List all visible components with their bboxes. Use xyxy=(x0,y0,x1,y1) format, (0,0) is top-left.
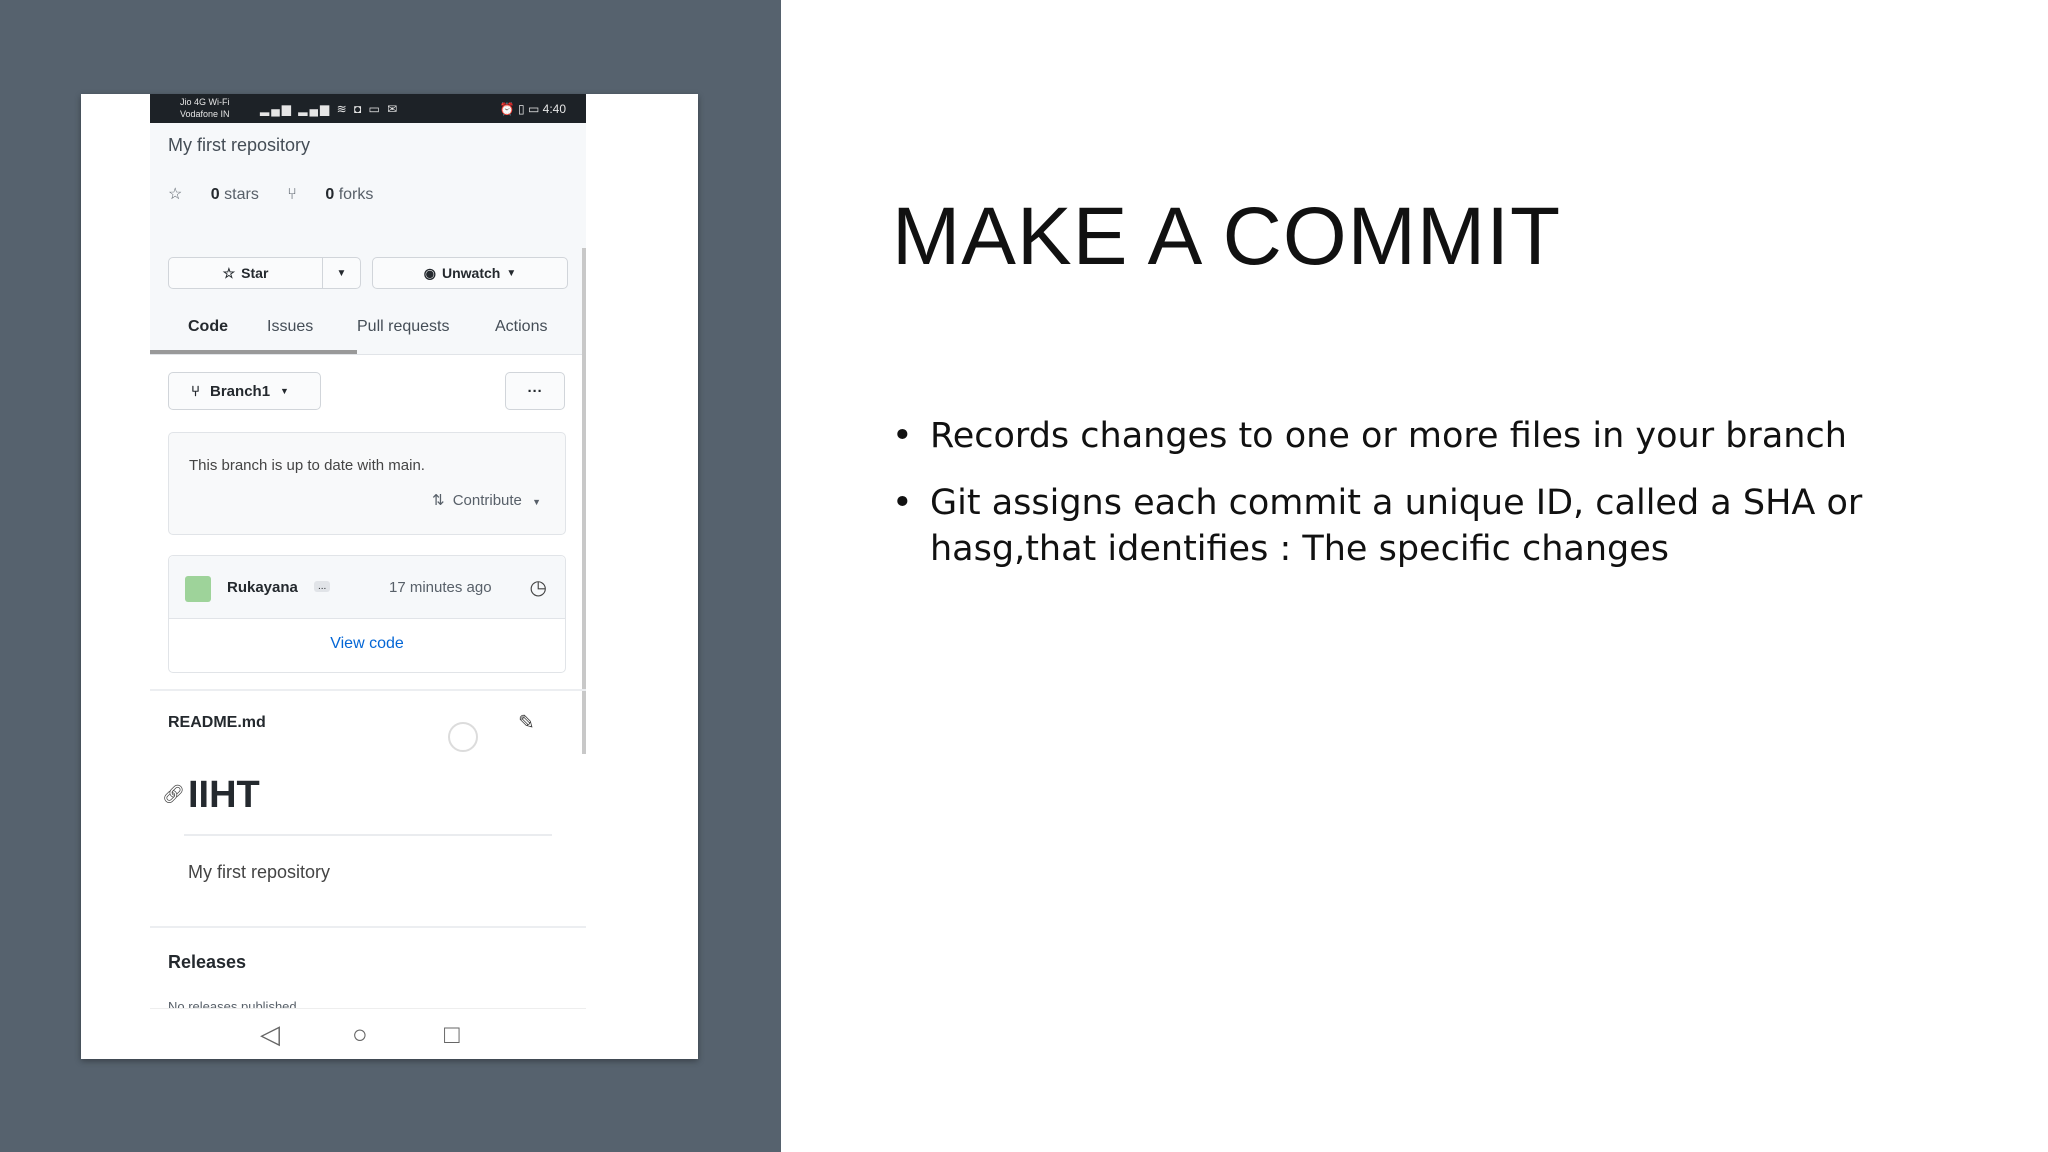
active-tab-indicator xyxy=(150,350,357,354)
tab-issues[interactable]: Issues xyxy=(267,318,313,336)
section-divider xyxy=(150,689,586,691)
commit-header: Rukayana ... 17 minutes ago ◷ xyxy=(169,556,565,619)
branch-status-card: This branch is up to date with main. ⇅ C… xyxy=(168,432,566,535)
screenshot-frame: Jio 4G Wi-Fi Vodafone IN ▂▄▆ ▂▄▆ ≋ ◘ ▭ ✉… xyxy=(81,94,698,1059)
star-outline-icon: ☆ xyxy=(168,186,183,203)
status-bar: Jio 4G Wi-Fi Vodafone IN ▂▄▆ ▂▄▆ ≋ ◘ ▭ ✉… xyxy=(150,94,586,123)
status-right-icons: ⏰ ▯ ▭ xyxy=(499,102,540,116)
scrollbar[interactable] xyxy=(582,248,586,754)
commit-author[interactable]: Rukayana xyxy=(227,579,298,596)
contribute-button[interactable]: ⇅ Contribute ▼ xyxy=(432,491,541,509)
releases-subtitle: No releases published xyxy=(168,999,297,1008)
branch-status-text: This branch is up to date with main. xyxy=(189,457,425,474)
left-panel: Jio 4G Wi-Fi Vodafone IN ▂▄▆ ▂▄▆ ≋ ◘ ▭ ✉… xyxy=(0,0,781,1152)
kebab-icon: ··· xyxy=(527,382,543,400)
readme-body: My first repository xyxy=(188,862,331,882)
anchor-link-icon[interactable]: 🔗︎ xyxy=(162,784,185,805)
tab-actions[interactable]: Actions xyxy=(495,318,547,336)
eye-icon: ◉ xyxy=(423,264,436,281)
tab-code[interactable]: Code xyxy=(188,318,228,336)
history-icon[interactable]: ◷ xyxy=(530,575,547,600)
caret-down-icon: ▼ xyxy=(280,386,289,396)
star-button[interactable]: ☆ Star xyxy=(168,257,323,289)
bullet-dot-icon: • xyxy=(892,416,913,456)
caret-down-icon: ▼ xyxy=(336,267,347,279)
caret-down-icon: ▼ xyxy=(532,497,541,507)
back-icon[interactable]: ◁ xyxy=(260,1019,280,1050)
recents-icon[interactable]: □ xyxy=(444,1019,460,1050)
readme-filename[interactable]: README.md xyxy=(168,714,266,732)
signal-icons: ▂▄▆ ▂▄▆ ≋ ◘ ▭ ✉ xyxy=(260,102,400,116)
bullet-item: • Records changes to one or more files i… xyxy=(892,413,1992,459)
stars-link[interactable]: ☆ 0 stars xyxy=(168,186,263,203)
bullet-list: • Records changes to one or more files i… xyxy=(892,413,1992,593)
view-code-link[interactable]: View code xyxy=(169,635,565,653)
star-dropdown-button[interactable]: ▼ xyxy=(322,257,361,289)
fork-icon: ⑂ xyxy=(287,186,297,203)
avatar[interactable] xyxy=(185,576,211,602)
unwatch-button[interactable]: ◉ Unwatch ▼ xyxy=(372,257,568,289)
home-icon[interactable]: ○ xyxy=(352,1019,368,1050)
section-divider xyxy=(150,926,586,928)
repo-description: My first repository xyxy=(168,135,311,155)
tab-pull-requests[interactable]: Pull requests xyxy=(357,318,450,336)
carrier-info: Jio 4G Wi-Fi Vodafone IN xyxy=(180,97,230,119)
repo-tabs: Code Issues Pull requests Actions xyxy=(150,308,586,354)
heading-rule xyxy=(184,834,552,836)
repo-header: My first repository ☆ 0 stars ⑂ 0 forks xyxy=(150,123,586,355)
status-right: ⏰ ▯ ▭ 4:40 xyxy=(500,102,566,116)
phone-screen: Jio 4G Wi-Fi Vodafone IN ▂▄▆ ▂▄▆ ≋ ◘ ▭ ✉… xyxy=(150,94,586,1059)
forks-link[interactable]: ⑂ 0 forks xyxy=(287,186,373,203)
bullet-dot-icon: • xyxy=(892,483,913,523)
branch-selector[interactable]: ⑂ Branch1 ▼ xyxy=(168,372,321,410)
branch-icon: ⑂ xyxy=(191,382,201,400)
caret-down-icon: ▼ xyxy=(506,267,517,279)
android-nav-bar: ◁ ○ □ xyxy=(150,1008,586,1059)
latest-commit-card: Rukayana ... 17 minutes ago ◷ View code xyxy=(168,555,566,673)
pull-request-icon: ⇅ xyxy=(431,492,445,509)
slide-title: MAKE A COMMIT xyxy=(892,191,1562,282)
commit-time: 17 minutes ago xyxy=(389,579,492,596)
releases-title: Releases xyxy=(168,952,247,972)
star-icon: ☆ xyxy=(222,264,236,281)
repo-stats: ☆ 0 stars ⑂ 0 forks xyxy=(168,184,397,204)
clock: 4:40 xyxy=(542,102,566,116)
readme-heading: IIHT xyxy=(188,774,260,816)
loading-spinner-icon xyxy=(448,722,478,752)
edit-pencil-icon[interactable]: ✎ xyxy=(518,710,535,735)
bullet-item: • Git assigns each commit a unique ID, c… xyxy=(892,480,1992,572)
more-options-button[interactable]: ··· xyxy=(505,372,565,410)
commit-badge[interactable]: ... xyxy=(314,581,331,592)
